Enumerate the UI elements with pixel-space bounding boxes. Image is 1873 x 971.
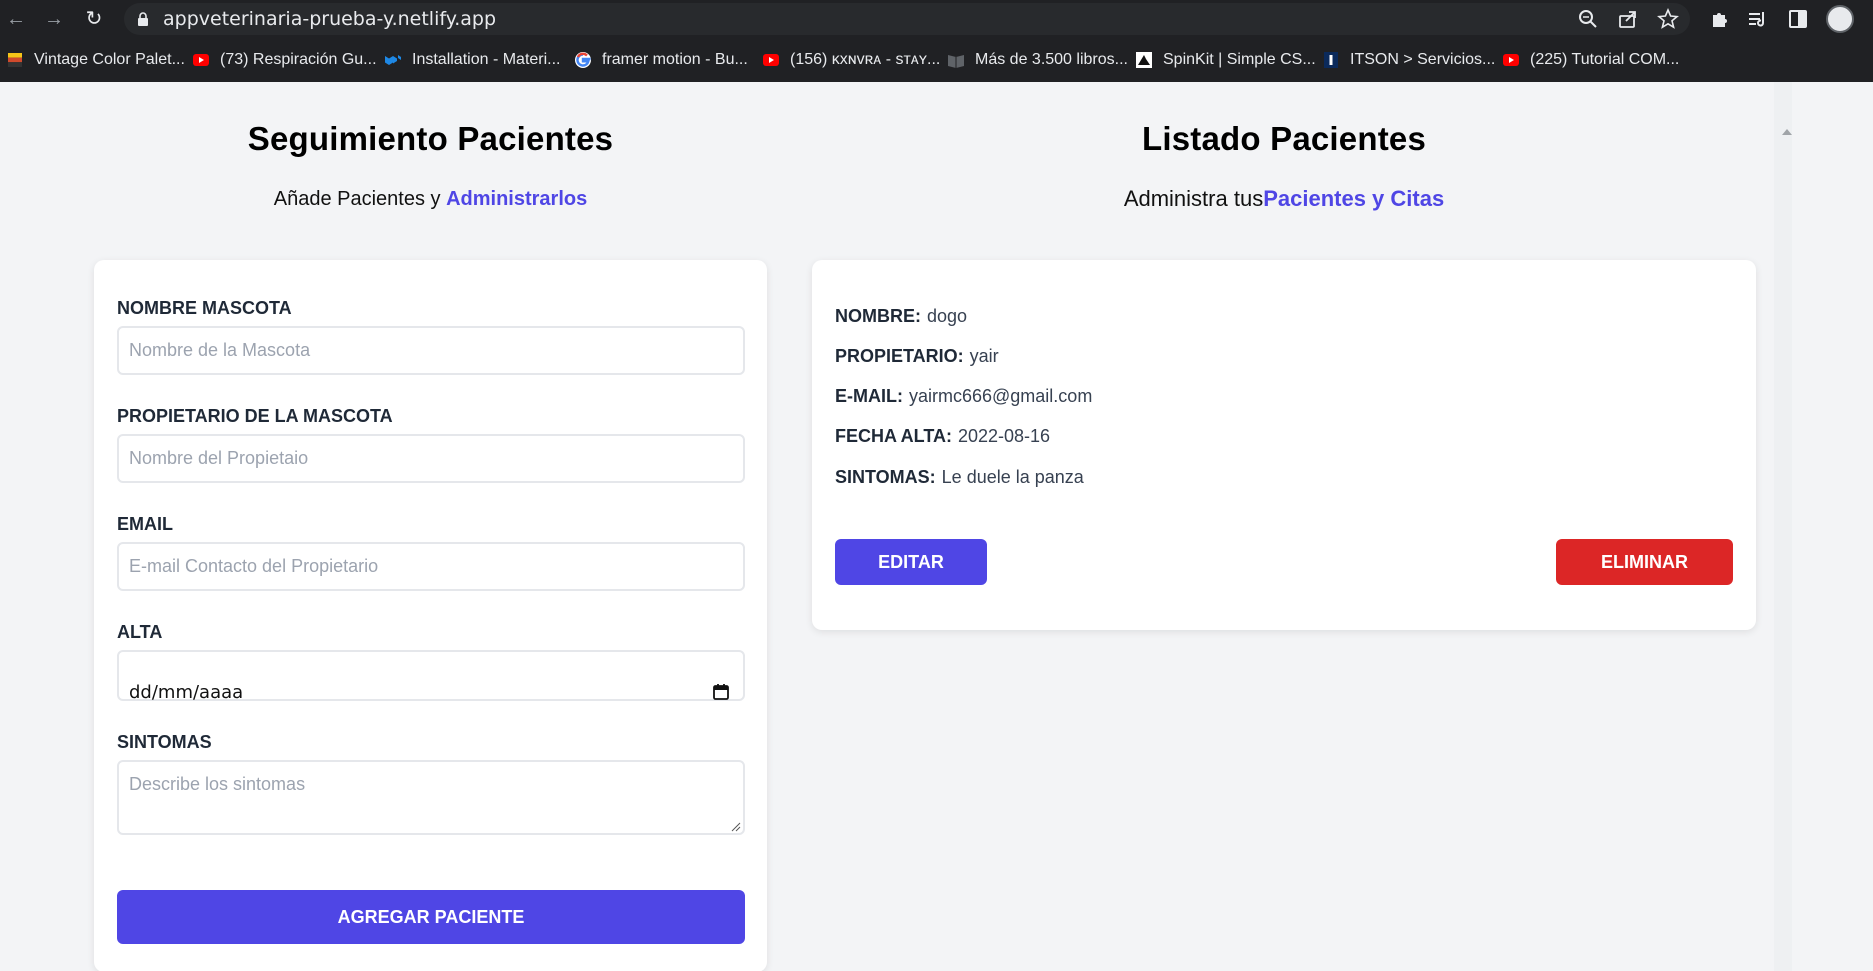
date-input-value: dd/mm/aaaa xyxy=(129,682,244,703)
lock-icon[interactable] xyxy=(137,12,149,26)
form-subtitle-highlight: Administrarlos xyxy=(446,188,588,210)
email-label: Email xyxy=(117,514,173,534)
add-patient-button[interactable]: Agregar Paciente xyxy=(117,890,745,944)
bookmark-item[interactable]: SpinKit | Simple CS... xyxy=(1135,49,1316,71)
youtube-icon xyxy=(763,54,779,66)
side-panel-icon[interactable] xyxy=(1786,7,1810,31)
date-label: Alta xyxy=(117,622,163,642)
list-title: Listado Pacientes xyxy=(1142,120,1426,157)
bookmark-item[interactable]: framer motion - Bu... xyxy=(574,49,748,71)
bookmark-item[interactable]: (73) Respiración Gu... xyxy=(192,49,377,71)
pet-name-label: Nombre Mascota xyxy=(117,298,292,318)
patient-email-label: E-mail: xyxy=(835,386,903,406)
spinkit-icon xyxy=(1136,52,1152,68)
edit-button[interactable]: Editar xyxy=(835,539,987,585)
patient-symptoms-label: Sintomas: xyxy=(835,467,936,487)
list-subtitle-highlight: Pacientes y Citas xyxy=(1263,186,1445,211)
mui-icon xyxy=(385,55,401,65)
reload-icon[interactable]: ↻ xyxy=(82,7,106,31)
forward-arrow-icon[interactable]: → xyxy=(42,7,66,31)
patient-form: Nombre Mascota Propietario de la Mascota… xyxy=(94,260,767,971)
calendar-icon[interactable] xyxy=(712,683,730,701)
bookmark-item[interactable]: Vintage Color Palet... xyxy=(6,49,185,71)
bookmarks-bar: Vintage Color Palet... (73) Respiración … xyxy=(0,38,1873,82)
resize-handle-icon[interactable] xyxy=(731,822,741,832)
patient-card: Nombre: dogo Propietario: yair E-mail: yair… xyxy=(812,260,1756,630)
back-arrow-icon[interactable]: ← xyxy=(4,7,28,31)
form-subtitle: Añade Pacientes y Administrarlos xyxy=(94,188,767,211)
palette-favicon-icon xyxy=(8,53,22,67)
bookmark-item[interactable]: (225) Tutorial COM... xyxy=(1502,49,1679,71)
bookmark-item[interactable]: Installation - Materi... xyxy=(384,49,561,71)
pet-name-input[interactable] xyxy=(117,326,745,375)
symptoms-textarea[interactable] xyxy=(117,760,745,835)
delete-button[interactable]: Eliminar xyxy=(1556,539,1733,585)
patient-name-label: Nombre: xyxy=(835,306,921,326)
patient-name-value: dogo xyxy=(927,306,968,326)
google-icon xyxy=(575,52,591,68)
patient-name-row: Nombre: dogo xyxy=(835,306,967,327)
patient-date-label: Fecha Alta: xyxy=(835,426,952,446)
owner-input[interactable] xyxy=(117,434,745,483)
book-icon xyxy=(948,55,964,68)
patient-owner-label: Propietario: xyxy=(835,346,964,366)
bookmark-item[interactable]: Más de 3.500 libros... xyxy=(947,49,1128,71)
patient-owner-row: Propietario: yair xyxy=(835,346,999,367)
bookmark-item[interactable]: (156) ĸxɴvʀᴀ - sᴛᴀʏ... xyxy=(762,49,940,71)
scrollbar[interactable] xyxy=(1774,82,1792,971)
browser-toolbar: ← → ↻ appveterinaria-prueba-y.netlify.ap… xyxy=(0,0,1873,38)
youtube-icon xyxy=(1503,54,1519,66)
extensions-puzzle-icon[interactable] xyxy=(1707,7,1731,31)
bookmark-item[interactable]: ITSON > Servicios... xyxy=(1322,49,1495,71)
form-title: Seguimiento Pacientes xyxy=(247,120,614,157)
list-subtitle-text: Administra tus xyxy=(1123,186,1264,211)
url-text[interactable]: appveterinaria-prueba-y.netlify.app xyxy=(163,8,496,30)
patient-email-value: yairmc666@gmail.com xyxy=(908,386,1093,406)
youtube-icon xyxy=(193,54,209,66)
itson-icon xyxy=(1324,52,1338,68)
media-playlist-icon[interactable] xyxy=(1746,7,1770,31)
scroll-up-arrow-icon[interactable] xyxy=(1782,129,1792,135)
patient-symptoms-value: Le duele la panza xyxy=(941,467,1084,487)
bookmark-star-icon[interactable] xyxy=(1657,8,1679,30)
list-subtitle: Administra tusPacientes y Citas xyxy=(812,186,1756,212)
symptoms-label: Sintomas xyxy=(117,732,212,752)
patient-symptoms-row: Sintomas: Le duele la panza xyxy=(835,467,1084,488)
patient-date-row: Fecha Alta: 2022-08-16 xyxy=(835,426,1050,447)
share-icon[interactable] xyxy=(1617,8,1639,30)
form-subtitle-text: Añade Pacientes y xyxy=(273,188,447,210)
patient-date-value: 2022-08-16 xyxy=(957,426,1051,446)
patient-email-row: E-mail: yairmc666@gmail.com xyxy=(835,386,1092,407)
email-input[interactable] xyxy=(117,542,745,591)
page-viewport: Seguimiento Pacientes Añade Pacientes y … xyxy=(0,82,1873,971)
patient-owner-value: yair xyxy=(969,346,999,366)
zoom-icon[interactable] xyxy=(1577,8,1599,30)
owner-label: Propietario de la Mascota xyxy=(117,406,393,426)
profile-avatar[interactable] xyxy=(1826,5,1854,33)
